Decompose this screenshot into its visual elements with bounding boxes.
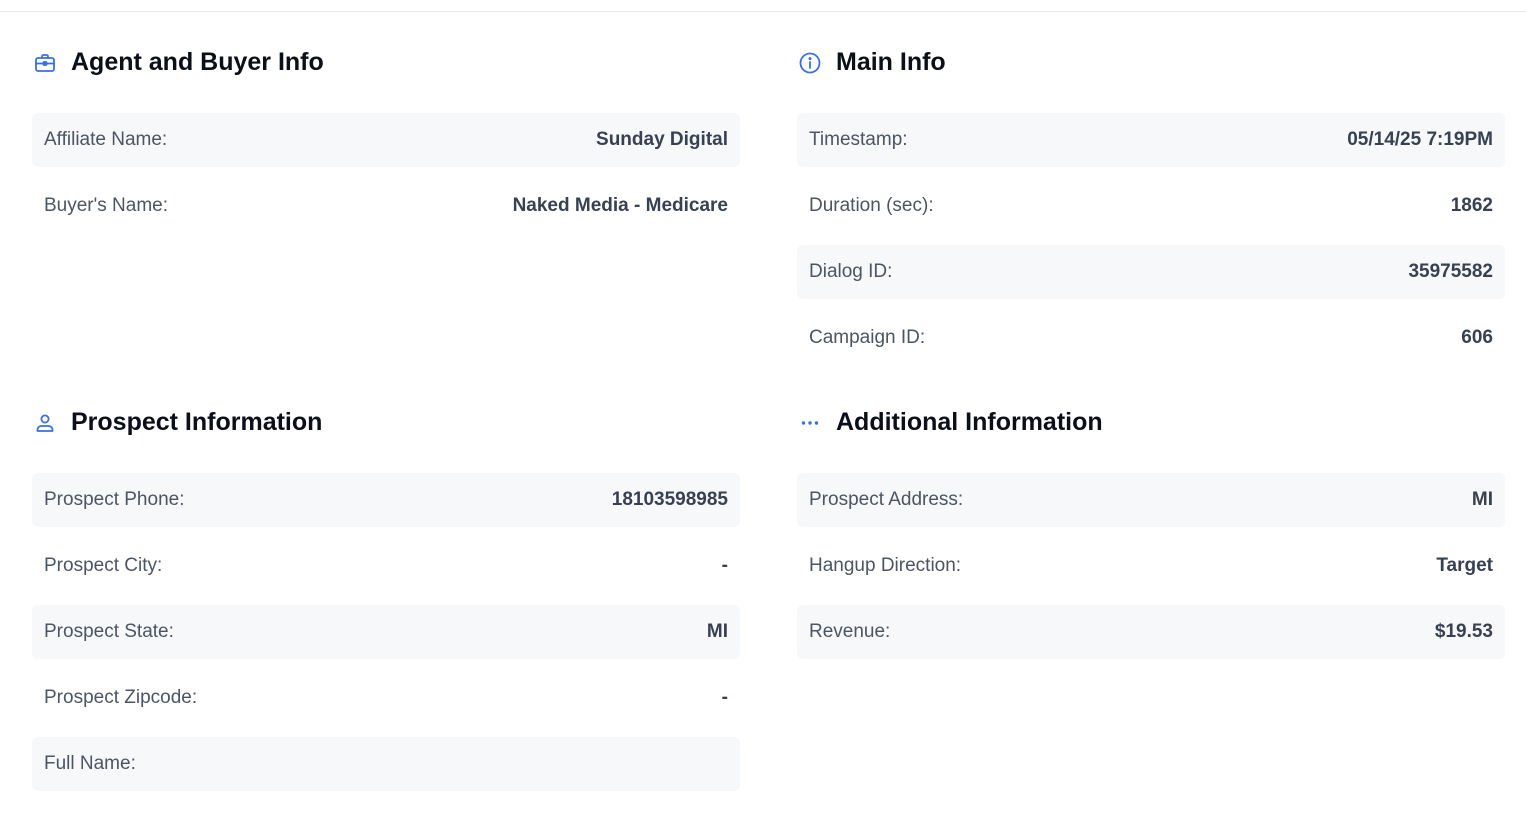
field-value: MI (1471, 489, 1493, 510)
field-value: 18103598985 (611, 489, 728, 510)
field-row-dialog-id: Dialog ID: 35975582 (797, 245, 1505, 299)
field-value: 35975582 (1408, 261, 1493, 282)
section-title: Additional Information (836, 408, 1103, 436)
section-title: Main Info (836, 48, 946, 76)
field-row-full-name: Full Name: (32, 737, 740, 791)
section-title: Agent and Buyer Info (71, 48, 324, 76)
field-label: Campaign ID: (809, 327, 926, 348)
field-value: $19.53 (1434, 621, 1493, 642)
field-row-prospect-address: Prospect Address: MI (797, 473, 1505, 527)
field-label: Prospect City: (44, 555, 163, 576)
field-value: - (721, 687, 728, 708)
field-value: Sunday Digital (596, 129, 728, 150)
field-row-hangup-direction: Hangup Direction: Target (797, 539, 1505, 593)
top-divider (0, 11, 1526, 12)
field-label: Timestamp: (809, 129, 908, 150)
prospect-header: Prospect Information (32, 403, 740, 443)
main-info-rows: Timestamp: 05/14/25 7:19PM Duration (sec… (797, 113, 1505, 365)
field-label: Prospect Address: (809, 489, 964, 510)
main-info-header: Main Info (797, 43, 1505, 83)
field-value: Target (1436, 555, 1493, 576)
prospect-section: Prospect Information Prospect Phone: 181… (32, 403, 740, 803)
field-label: Dialog ID: (809, 261, 893, 282)
more-dots-icon (798, 411, 822, 435)
info-circle-icon (798, 51, 822, 75)
briefcase-icon (33, 51, 57, 75)
field-row-prospect-phone: Prospect Phone: 18103598985 (32, 473, 740, 527)
agent-buyer-section: Agent and Buyer Info Affiliate Name: Sun… (32, 43, 740, 245)
field-label: Prospect Zipcode: (44, 687, 198, 708)
field-label: Hangup Direction: (809, 555, 962, 576)
field-row-affiliate-name: Affiliate Name: Sunday Digital (32, 113, 740, 167)
field-value: 05/14/25 7:19PM (1347, 129, 1493, 150)
section-title: Prospect Information (71, 408, 323, 436)
field-value: 606 (1461, 327, 1493, 348)
field-row-revenue: Revenue: $19.53 (797, 605, 1505, 659)
main-info-section: Main Info Timestamp: 05/14/25 7:19PM Dur… (797, 43, 1505, 377)
field-value: 1862 (1450, 195, 1493, 216)
field-label: Revenue: (809, 621, 891, 642)
field-label: Affiliate Name: (44, 129, 168, 150)
additional-header: Additional Information (797, 403, 1505, 443)
field-row-campaign-id: Campaign ID: 606 (797, 311, 1505, 365)
field-label: Buyer's Name: (44, 195, 169, 216)
field-row-buyer-name: Buyer's Name: Naked Media - Medicare (32, 179, 740, 233)
field-row-prospect-zipcode: Prospect Zipcode: - (32, 671, 740, 725)
field-value: - (721, 555, 728, 576)
agent-buyer-header: Agent and Buyer Info (32, 43, 740, 83)
user-icon (33, 411, 57, 435)
field-row-timestamp: Timestamp: 05/14/25 7:19PM (797, 113, 1505, 167)
field-label: Full Name: (44, 753, 136, 774)
field-label: Prospect State: (44, 621, 174, 642)
field-row-prospect-city: Prospect City: - (32, 539, 740, 593)
prospect-rows: Prospect Phone: 18103598985 Prospect Cit… (32, 473, 740, 791)
additional-section: Additional Information Prospect Address:… (797, 403, 1505, 671)
field-label: Duration (sec): (809, 195, 934, 216)
field-row-prospect-state: Prospect State: MI (32, 605, 740, 659)
field-value: Naked Media - Medicare (512, 195, 728, 216)
field-row-duration: Duration (sec): 1862 (797, 179, 1505, 233)
additional-rows: Prospect Address: MI Hangup Direction: T… (797, 473, 1505, 659)
field-value: MI (706, 621, 728, 642)
field-label: Prospect Phone: (44, 489, 185, 510)
agent-buyer-rows: Affiliate Name: Sunday Digital Buyer's N… (32, 113, 740, 233)
